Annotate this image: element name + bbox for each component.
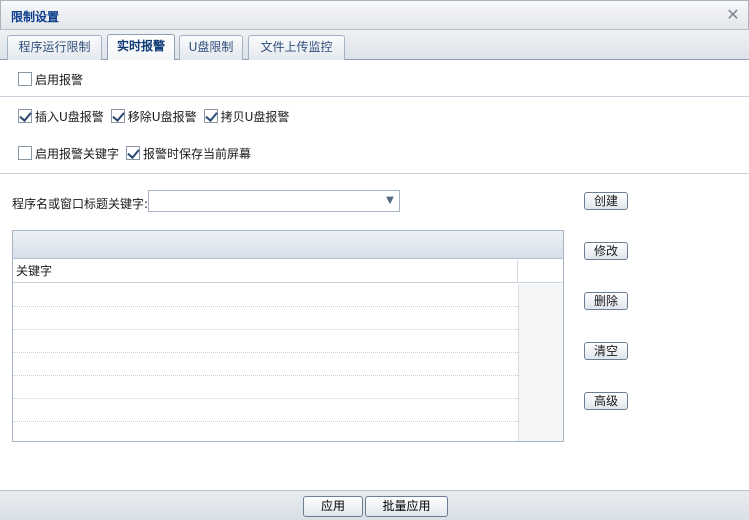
enable-alarm-row: 启用报警	[18, 70, 90, 88]
clear-button[interactable]: 清空	[584, 342, 628, 360]
remove-usb-alarm-checkbox[interactable]: 移除U盘报警	[110, 108, 197, 125]
remove-usb-alarm-label: 移除U盘报警	[127, 109, 197, 124]
title-bar: 限制设置 ✕	[0, 0, 749, 30]
checkbox-checked-icon[interactable]	[18, 109, 32, 123]
keyword-combobox[interactable]: ▼	[148, 190, 400, 212]
checkbox-icon[interactable]	[18, 72, 32, 86]
usb-alarm-row: 插入U盘报警 移除U盘报警 拷贝U盘报警	[18, 107, 296, 125]
table-body	[13, 284, 518, 441]
close-icon[interactable]: ✕	[724, 6, 742, 24]
enable-alarm-label: 启用报警	[35, 72, 84, 87]
divider	[0, 173, 749, 174]
insert-usb-alarm-checkbox[interactable]: 插入U盘报警	[18, 108, 104, 125]
checkbox-checked-icon[interactable]	[126, 146, 141, 160]
table-row[interactable]	[13, 353, 518, 376]
table-row[interactable]	[13, 330, 518, 353]
chevron-down-icon[interactable]: ▼	[381, 191, 399, 211]
tab-file-upload-monitor[interactable]: 文件上传监控	[248, 35, 345, 60]
tab-program-run-limit[interactable]: 程序运行限制	[7, 35, 102, 60]
table-row[interactable]	[13, 307, 518, 330]
tab-usb-limit[interactable]: U盘限制	[179, 35, 243, 60]
table-row[interactable]	[13, 376, 518, 399]
copy-usb-alarm-checkbox[interactable]: 拷贝U盘报警	[203, 108, 290, 125]
window-title: 限制设置	[11, 10, 60, 24]
create-button[interactable]: 创建	[584, 192, 628, 210]
divider	[0, 96, 749, 97]
delete-button[interactable]: 删除	[584, 292, 628, 310]
checkbox-checked-icon[interactable]	[110, 109, 125, 123]
keyword-label: 程序名或窗口标题关键字:	[12, 197, 149, 211]
keyword-alarm-row: 启用报警关键字 报警时保存当前屏幕	[18, 144, 258, 162]
column-header-keyword[interactable]: 关键字	[13, 260, 518, 283]
table-row[interactable]	[13, 399, 518, 422]
enable-keyword-alarm-checkbox[interactable]: 启用报警关键字	[18, 145, 119, 162]
advanced-button[interactable]: 高级	[584, 392, 628, 410]
copy-usb-alarm-label: 拷贝U盘报警	[220, 109, 290, 124]
table-header: 关键字	[13, 260, 563, 283]
keyword-table: 关键字	[12, 230, 564, 442]
modify-button[interactable]: 修改	[584, 242, 628, 260]
save-screen-checkbox[interactable]: 报警时保存当前屏幕	[126, 145, 251, 162]
tab-realtime-alarm[interactable]: 实时报警	[107, 34, 175, 60]
tab-strip: 程序运行限制 实时报警 U盘限制 文件上传监控	[0, 30, 749, 60]
table-filler	[518, 284, 563, 441]
save-screen-label: 报警时保存当前屏幕	[143, 146, 252, 161]
batch-apply-button[interactable]: 批量应用	[365, 496, 448, 517]
insert-usb-alarm-label: 插入U盘报警	[35, 109, 104, 124]
enable-alarm-checkbox[interactable]: 启用报警	[18, 71, 83, 88]
checkbox-checked-icon[interactable]	[203, 109, 218, 123]
enable-keyword-alarm-label: 启用报警关键字	[35, 146, 120, 161]
table-toolbar	[13, 231, 563, 259]
footer-bar: 应用 批量应用	[0, 490, 749, 520]
apply-button[interactable]: 应用	[303, 496, 363, 517]
checkbox-icon[interactable]	[18, 146, 32, 160]
table-row[interactable]	[13, 284, 518, 307]
table-row[interactable]	[13, 422, 518, 441]
